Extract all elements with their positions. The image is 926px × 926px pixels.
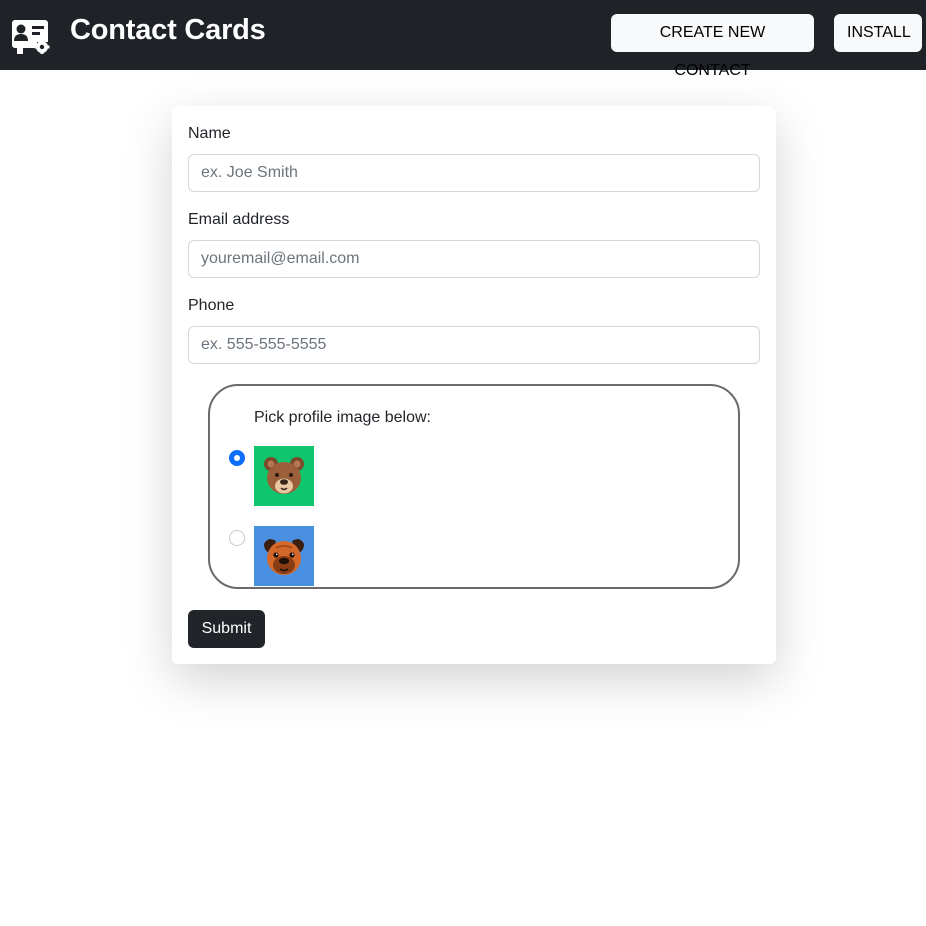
pug-avatar-icon[interactable]	[254, 526, 314, 586]
pug-avatar-radio[interactable]	[229, 530, 245, 546]
email-input[interactable]	[188, 240, 760, 278]
name-label: Name	[188, 125, 231, 142]
email-label: Email address	[188, 211, 290, 228]
navbar: Contact Cards CREATE NEW CONTACT INSTALL	[0, 0, 926, 79]
install-button[interactable]: INSTALL	[834, 14, 922, 52]
profile-image-picker: Pick profile image below:	[208, 384, 740, 589]
phone-label: Phone	[188, 297, 235, 314]
phone-input[interactable]	[188, 326, 760, 364]
contact-form-card: Name Email address Phone Pick profile im…	[172, 106, 776, 664]
contact-card-icon	[12, 20, 51, 54]
name-input[interactable]	[188, 154, 760, 192]
profile-picker-label: Pick profile image below:	[254, 409, 431, 426]
submit-button[interactable]: Submit	[188, 610, 265, 648]
app-title: Contact Cards	[70, 14, 266, 46]
create-new-contact-button[interactable]: CREATE NEW CONTACT	[611, 14, 814, 79]
bear-avatar-radio[interactable]	[229, 450, 245, 466]
bear-avatar-icon[interactable]	[254, 446, 314, 506]
